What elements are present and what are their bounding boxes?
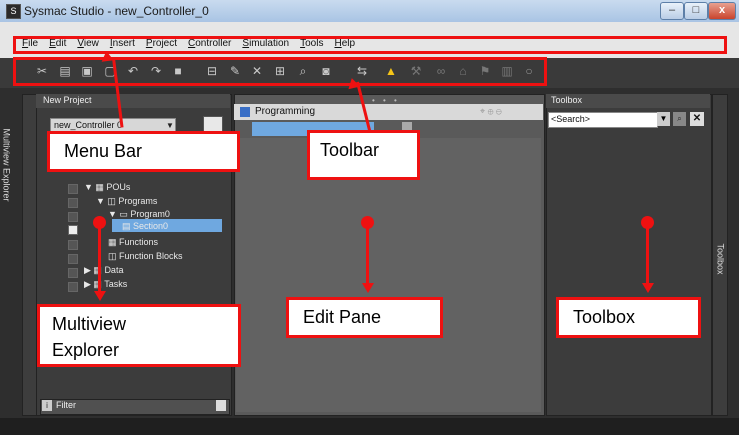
tree-item-functions[interactable]: ▦ Functions xyxy=(108,237,158,248)
multiview-arrowhead xyxy=(94,291,106,301)
toolbox-side-tab-label: Toolbox xyxy=(715,243,726,275)
maximize-button[interactable]: □ xyxy=(684,2,708,20)
minimize-button[interactable]: – xyxy=(660,2,684,20)
toolbox-callout: Toolbox xyxy=(556,297,701,338)
multiview-arrow-line xyxy=(98,224,101,292)
close-button[interactable]: x xyxy=(708,2,736,20)
tree-item-section0[interactable]: ▤ Section0 xyxy=(122,221,168,232)
edit-pane-arrow-line xyxy=(366,224,369,284)
tree-item-pous[interactable]: ▼ ▦ POUs xyxy=(84,182,130,193)
search-icon[interactable]: ⌕ xyxy=(673,112,686,126)
multiview-callout: Multiview Explorer xyxy=(37,304,241,367)
tree-item-programs[interactable]: ▼ ◫ Programs xyxy=(96,196,157,207)
programming-icon xyxy=(240,107,250,117)
multiview-side-tab-label: Multiview Explorer xyxy=(1,128,12,202)
tree-item-label: Functions xyxy=(119,237,159,247)
tree-item-label: POUs xyxy=(106,182,131,192)
filter-expand-button[interactable] xyxy=(216,400,226,411)
app-icon: S xyxy=(6,4,21,19)
tree-item-label: Tasks xyxy=(104,279,128,289)
tree-item-program0[interactable]: ▼ ▭ Program0 xyxy=(108,209,170,220)
toolbox-panel xyxy=(546,94,712,416)
filter-label: Filter xyxy=(56,400,76,410)
menu-bar-arrowhead xyxy=(100,50,114,62)
filter-icon[interactable]: i xyxy=(42,400,52,411)
toolbox-arrow-line xyxy=(646,224,649,284)
menu-bar-callout: Menu Bar xyxy=(47,131,240,172)
toolbox-search-placeholder: <Search> xyxy=(551,114,591,124)
tree-item-label: Section0 xyxy=(133,221,169,231)
tree-item-function-blocks[interactable]: ◫ Function Blocks xyxy=(108,251,183,262)
tree-item-label: Programs xyxy=(118,196,158,206)
toolbar-callout: Toolbar xyxy=(307,130,420,180)
tree-checkbox[interactable] xyxy=(68,225,78,235)
status-bar xyxy=(0,418,739,435)
zoom-tools-icon[interactable]: ⌖ ⊕ ⊖ xyxy=(480,106,502,117)
tree-item-data[interactable]: ▶ ▦ Data xyxy=(84,265,123,276)
tree-checkbox[interactable] xyxy=(68,212,78,222)
tree-checkbox[interactable] xyxy=(68,198,78,208)
window-title: Sysmac Studio - new_Controller_0 xyxy=(24,4,209,18)
tree-checkbox[interactable] xyxy=(68,268,78,278)
tree-item-label: Data xyxy=(104,265,124,275)
tree-checkbox[interactable] xyxy=(68,184,78,194)
edit-pane-title: Programming xyxy=(255,106,316,117)
toolbox-arrowhead xyxy=(642,283,654,293)
edit-pane-arrowhead xyxy=(362,283,374,293)
tree-checkbox[interactable] xyxy=(68,254,78,264)
toolbox-title: Toolbox xyxy=(551,95,583,105)
toolbar-highlight xyxy=(13,57,547,86)
edit-pane-callout: Edit Pane xyxy=(286,297,443,338)
chevron-down-icon[interactable]: ▼ xyxy=(657,112,670,126)
tree-item-tasks[interactable]: ▶ ▦ Tasks xyxy=(84,279,127,290)
menu-bar-highlight xyxy=(13,36,727,54)
multiview-title: New Project xyxy=(43,95,92,105)
controller-dropdown-value: new_Controller 0 xyxy=(54,120,123,130)
tree-item-label: Program0 xyxy=(130,209,170,219)
tree-checkbox[interactable] xyxy=(68,282,78,292)
tree-item-label: Function Blocks xyxy=(119,251,183,261)
close-icon[interactable]: ✕ xyxy=(690,112,704,126)
multiview-callout-line1: Multiview xyxy=(52,314,127,334)
multiview-callout-line2: Explorer xyxy=(52,340,120,360)
tree-checkbox[interactable] xyxy=(68,240,78,250)
